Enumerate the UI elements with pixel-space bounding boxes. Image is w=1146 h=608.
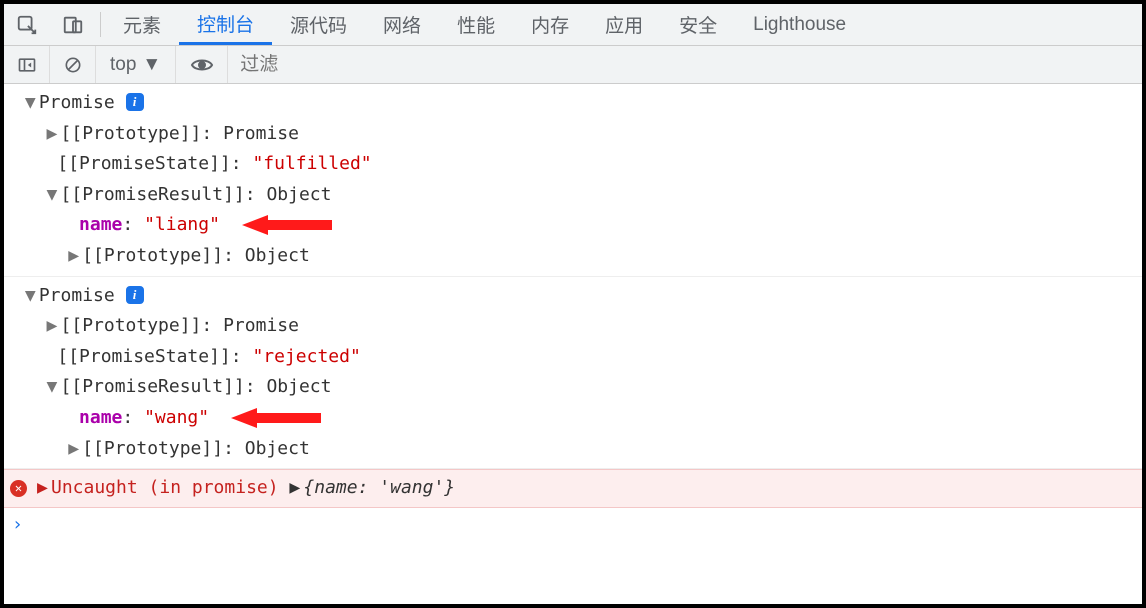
- internal-slot-label: [[Prototype]]: [61, 123, 202, 144]
- tab-lighthouse[interactable]: Lighthouse: [735, 4, 864, 45]
- internal-slot-value: Promise: [223, 123, 299, 144]
- tab-console[interactable]: 控制台: [179, 4, 272, 45]
- object-header: Promise: [39, 285, 115, 306]
- annotation-arrow-icon: [231, 407, 321, 429]
- expand-down-icon[interactable]: ▼: [47, 180, 61, 211]
- device-mode-icon[interactable]: [50, 4, 96, 45]
- chevron-down-icon: ▼: [142, 54, 161, 76]
- internal-slot-label: [[PromiseResult]]: [61, 376, 245, 397]
- tab-memory[interactable]: 内存: [513, 4, 587, 45]
- tab-security[interactable]: 安全: [661, 4, 735, 45]
- annotation-arrow-icon: [242, 214, 332, 236]
- info-icon[interactable]: i: [126, 93, 144, 111]
- console-entry[interactable]: ▼Promise i ▶[[Prototype]]: Promise [[Pro…: [4, 84, 1142, 277]
- expand-down-icon[interactable]: ▼: [25, 88, 39, 119]
- console-sidebar-toggle-icon[interactable]: [4, 46, 50, 83]
- tab-application[interactable]: 应用: [587, 4, 661, 45]
- expand-right-icon[interactable]: ▶: [289, 473, 303, 504]
- console-output: ▼Promise i ▶[[Prototype]]: Promise [[Pro…: [4, 84, 1142, 542]
- internal-slot-label: [[PromiseState]]: [57, 153, 230, 174]
- tab-sources[interactable]: 源代码: [272, 4, 365, 45]
- context-selector[interactable]: top ▼: [96, 46, 176, 83]
- prompt-chevron-icon: ›: [12, 514, 23, 535]
- expand-right-icon[interactable]: ▶: [47, 311, 61, 342]
- property-key: name: [79, 407, 122, 428]
- expand-right-icon[interactable]: ▶: [68, 241, 82, 272]
- internal-slot-value: "fulfilled": [252, 153, 371, 174]
- internal-slot-label: [[Prototype]]: [61, 315, 202, 336]
- error-object-preview: {name: 'wang'}: [303, 477, 455, 498]
- console-entry[interactable]: ▼Promise i ▶[[Prototype]]: Promise [[Pro…: [4, 277, 1142, 470]
- expand-down-icon[interactable]: ▼: [47, 372, 61, 403]
- expand-right-icon[interactable]: ▶: [37, 473, 51, 504]
- tab-performance[interactable]: 性能: [439, 4, 513, 45]
- internal-slot-value: Promise: [223, 315, 299, 336]
- internal-slot-value: Object: [266, 184, 331, 205]
- internal-slot-label: [[Prototype]]: [82, 438, 223, 459]
- object-header: Promise: [39, 92, 115, 113]
- console-prompt[interactable]: ›: [4, 508, 1142, 543]
- error-message: Uncaught (in promise): [51, 477, 279, 498]
- live-expression-icon[interactable]: [176, 46, 228, 83]
- internal-slot-value: Object: [245, 438, 310, 459]
- inspect-icon[interactable]: [4, 4, 50, 45]
- clear-console-icon[interactable]: [50, 46, 96, 83]
- console-error[interactable]: ✕ ▶Uncaught (in promise) ▶{name: 'wang'}: [4, 469, 1142, 508]
- error-icon: ✕: [10, 480, 27, 497]
- internal-slot-label: [[PromiseState]]: [57, 346, 230, 367]
- context-label: top: [110, 54, 136, 76]
- internal-slot-value: Object: [245, 245, 310, 266]
- expand-down-icon[interactable]: ▼: [25, 281, 39, 312]
- property-value: "wang": [144, 407, 209, 428]
- property-key: name: [79, 214, 122, 235]
- console-toolbar: top ▼: [4, 46, 1142, 84]
- expand-right-icon[interactable]: ▶: [68, 434, 82, 465]
- internal-slot-value: "rejected": [252, 346, 360, 367]
- filter-input[interactable]: [228, 46, 1142, 83]
- tab-elements[interactable]: 元素: [105, 4, 179, 45]
- internal-slot-value: Object: [266, 376, 331, 397]
- property-value: "liang": [144, 214, 220, 235]
- internal-slot-label: [[PromiseResult]]: [61, 184, 245, 205]
- expand-right-icon[interactable]: ▶: [47, 119, 61, 150]
- devtools-tabs: 元素 控制台 源代码 网络 性能 内存 应用 安全 Lighthouse: [4, 4, 1142, 46]
- info-icon[interactable]: i: [126, 286, 144, 304]
- tab-network[interactable]: 网络: [365, 4, 439, 45]
- filter-input-wrapper: [228, 46, 1142, 83]
- internal-slot-label: [[Prototype]]: [82, 245, 223, 266]
